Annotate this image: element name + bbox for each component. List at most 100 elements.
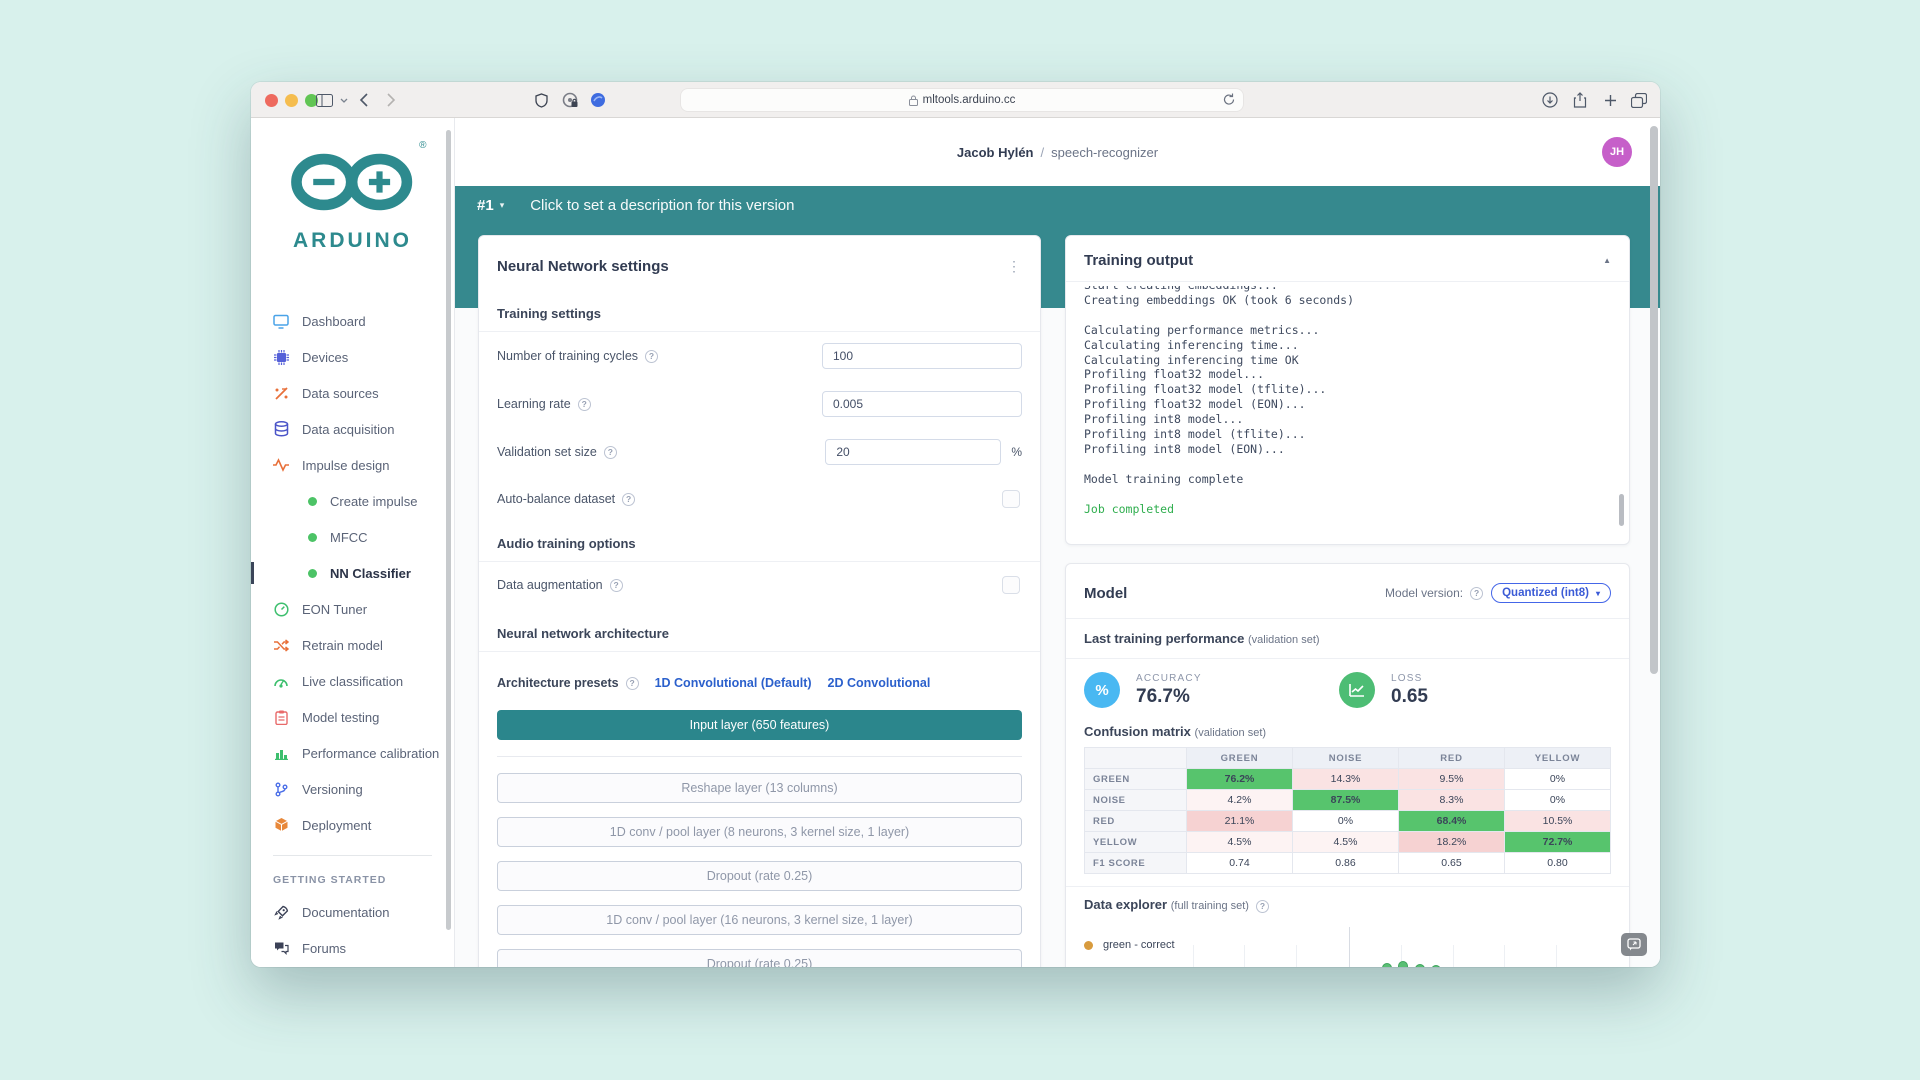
page-scrollbar[interactable] — [1650, 126, 1658, 674]
version-number[interactable]: #1 — [477, 197, 494, 214]
field-label: Learning rate — [497, 397, 571, 411]
matrix-cell: 4.5% — [1293, 832, 1399, 853]
breadcrumb-project[interactable]: speech-recognizer — [1051, 145, 1158, 160]
layer-conv2[interactable]: 1D conv / pool layer (16 neurons, 3 kern… — [497, 905, 1022, 935]
new-tab-icon[interactable] — [1601, 90, 1619, 110]
matrix-cell: 76.2% — [1187, 769, 1293, 790]
accuracy-metric: % ACCURACY 76.7% — [1084, 672, 1339, 708]
console-scrollbar[interactable] — [1619, 494, 1624, 526]
help-icon[interactable]: ? — [610, 579, 623, 592]
scatter-point[interactable] — [1398, 961, 1408, 967]
kebab-menu-icon[interactable]: ⋮ — [1007, 258, 1022, 275]
sidebar-item-retrain-model[interactable]: Retrain model — [251, 627, 454, 663]
console-output[interactable]: Start creating embeddings... Creating em… — [1084, 286, 1611, 532]
legend-label: green - correct — [1103, 939, 1175, 951]
field-label: Auto-balance dataset — [497, 492, 615, 506]
sidebar-item-devices[interactable]: Devices — [251, 339, 454, 375]
divider — [1066, 886, 1629, 887]
sidebar-item-dashboard[interactable]: Dashboard — [251, 303, 454, 339]
breadcrumb-user[interactable]: Jacob Hylén — [957, 145, 1034, 160]
tab-overview-icon[interactable] — [1629, 90, 1649, 110]
help-icon[interactable]: ? — [1470, 587, 1483, 600]
avatar[interactable]: JH — [1602, 137, 1632, 167]
shield-icon[interactable] — [533, 90, 549, 110]
sidebar-item-live-classification[interactable]: Live classification — [251, 663, 454, 699]
learning-rate-input[interactable] — [822, 391, 1022, 417]
collapse-icon[interactable]: ▲ — [1603, 256, 1611, 265]
sidebar-item-model-testing[interactable]: Model testing — [251, 699, 454, 735]
arduino-logo[interactable]: ® ARDUINO — [277, 144, 429, 253]
sidebar-item-eon-tuner[interactable]: EON Tuner — [251, 591, 454, 627]
back-icon[interactable] — [355, 90, 371, 110]
reload-icon[interactable] — [1223, 93, 1235, 109]
matrix-row: RED 21.1% 0% 68.4% 10.5% — [1085, 811, 1611, 832]
section-audio-options: Audio training options — [479, 536, 1040, 562]
input-layer-button[interactable]: Input layer (650 features) — [497, 710, 1022, 740]
sidebar-item-performance-calibration[interactable]: Performance calibration — [251, 735, 454, 771]
main-content: Jacob Hylén / speech-recognizer JH #1 ▾ … — [455, 118, 1660, 967]
sidebar: ® ARDUINO Dashboard Devices Data sources — [251, 118, 455, 967]
scatter-point[interactable] — [1431, 965, 1441, 967]
data-augmentation-checkbox[interactable] — [1002, 576, 1020, 594]
sidebar-item-data-acquisition[interactable]: Data acquisition — [251, 411, 454, 447]
console-line: Profiling float32 model (tflite)... — [1084, 382, 1611, 397]
preset-2d-link[interactable]: 2D Convolutional — [828, 676, 931, 690]
matrix-row: YELLOW 4.5% 4.5% 18.2% 72.7% — [1085, 832, 1611, 853]
sidebar-item-impulse-design[interactable]: Impulse design — [251, 447, 454, 483]
console-line — [1084, 487, 1611, 502]
sidebar-item-nn-classifier[interactable]: NN Classifier — [251, 555, 454, 591]
help-icon[interactable]: ? — [604, 446, 617, 459]
layer-reshape[interactable]: Reshape layer (13 columns) — [497, 773, 1022, 803]
matrix-cell: 72.7% — [1505, 832, 1611, 853]
sidebar-item-mfcc[interactable]: MFCC — [251, 519, 454, 555]
layer-conv1[interactable]: 1D conv / pool layer (8 neurons, 3 kerne… — [497, 817, 1022, 847]
sidebar-item-deployment[interactable]: Deployment — [251, 807, 454, 843]
help-icon[interactable]: ? — [622, 493, 635, 506]
forward-icon[interactable] — [383, 90, 399, 110]
version-description[interactable]: Click to set a description for this vers… — [530, 197, 794, 214]
panel-title: Neural Network settings — [497, 258, 669, 275]
preset-1d-link[interactable]: 1D Convolutional (Default) — [655, 676, 812, 690]
model-version-dropdown[interactable]: Quantized (int8) ▾ — [1491, 583, 1611, 603]
auto-balance-checkbox[interactable] — [1002, 490, 1020, 508]
help-icon[interactable]: ? — [578, 398, 591, 411]
sidebar-item-create-impulse[interactable]: Create impulse — [251, 483, 454, 519]
sidebar-item-versioning[interactable]: Versioning — [251, 771, 454, 807]
data-explorer-header: Data explorer (full training set)? — [1084, 897, 1611, 913]
divider — [1066, 658, 1629, 659]
console-line: Model training complete — [1084, 472, 1611, 487]
matrix-cell: 21.1% — [1187, 811, 1293, 832]
help-icon[interactable]: ? — [1256, 900, 1269, 913]
console-line: Profiling int8 model (tflite)... — [1084, 427, 1611, 442]
chevron-down-icon[interactable]: ▾ — [500, 200, 505, 211]
matrix-cell: 0.80 — [1505, 853, 1611, 874]
validation-size-input[interactable] — [825, 439, 1001, 465]
feedback-button[interactable] — [1621, 933, 1647, 956]
sidebar-toggle-icon[interactable] — [313, 90, 335, 110]
scatter-point[interactable] — [1382, 963, 1392, 967]
chevron-down-icon[interactable] — [339, 90, 349, 110]
registered-mark: ® — [419, 140, 426, 151]
sidebar-item-data-sources[interactable]: Data sources — [251, 375, 454, 411]
help-icon[interactable]: ? — [626, 677, 639, 690]
share-icon[interactable] — [1571, 90, 1589, 110]
lock-icon — [909, 95, 918, 106]
close-window-button[interactable] — [265, 94, 278, 107]
scatter-point[interactable] — [1415, 964, 1425, 967]
minimize-window-button[interactable] — [285, 94, 298, 107]
sidebar-scrollbar[interactable] — [446, 130, 451, 930]
downloads-icon[interactable] — [1541, 90, 1559, 110]
training-cycles-input[interactable] — [822, 343, 1022, 369]
address-bar[interactable]: mltools.arduino.cc — [681, 89, 1243, 111]
privacy-badge-icon[interactable] — [561, 90, 579, 110]
arduino-infinity-icon — [283, 144, 423, 220]
console-line: Profiling int8 model (EON)... — [1084, 442, 1611, 457]
sidebar-item-documentation[interactable]: Documentation — [251, 894, 454, 930]
help-icon[interactable]: ? — [645, 350, 658, 363]
extension-orb-icon[interactable] — [589, 90, 607, 110]
layer-dropout2[interactable]: Dropout (rate 0.25) — [497, 949, 1022, 967]
sidebar-item-forums[interactable]: Forums — [251, 930, 454, 966]
layer-dropout1[interactable]: Dropout (rate 0.25) — [497, 861, 1022, 891]
data-explorer-chart[interactable]: green - correct — [1084, 921, 1611, 967]
nn-settings-panel: Neural Network settings ⋮ Training setti… — [478, 235, 1041, 967]
